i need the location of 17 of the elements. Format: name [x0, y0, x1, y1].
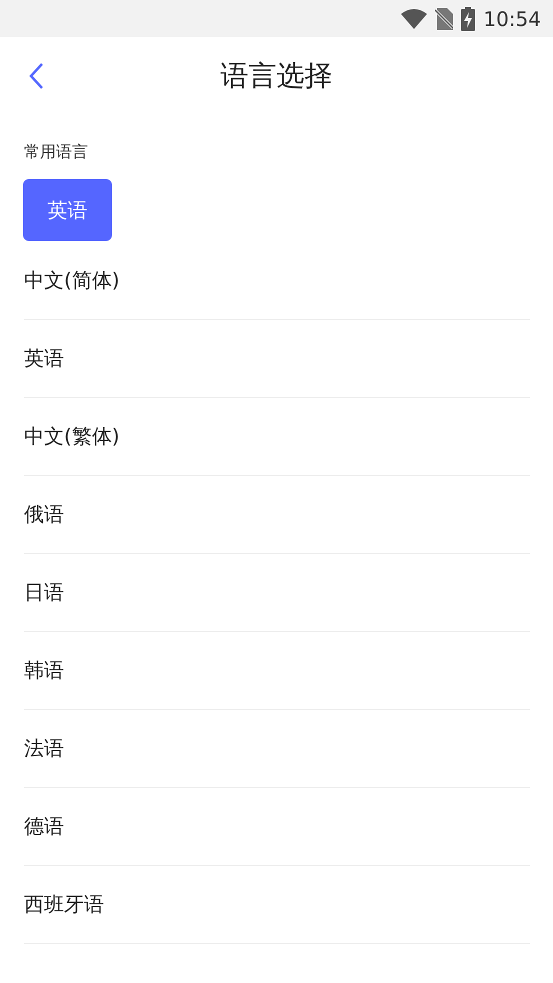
language-item[interactable]: 法语	[24, 709, 530, 788]
language-item[interactable]: 德语	[24, 787, 530, 866]
page-title: 语言选择	[220, 58, 332, 94]
language-item[interactable]: 中文(繁体)	[24, 397, 530, 476]
battery-charging-icon	[461, 6, 476, 30]
language-item[interactable]: 中文(简体)	[24, 240, 530, 320]
wifi-icon	[401, 8, 428, 28]
no-sim-icon	[435, 8, 454, 30]
language-chip[interactable]: 英语	[23, 179, 112, 241]
back-chevron-icon	[28, 62, 44, 90]
language-item[interactable]: 日语	[24, 553, 530, 632]
language-item[interactable]: 西班牙语	[24, 865, 530, 944]
language-item[interactable]: 韩语	[24, 631, 530, 710]
section-heading: 常用语言	[24, 141, 89, 163]
language-item[interactable]: 英语	[24, 319, 530, 398]
status-time: 10:54	[483, 6, 541, 32]
language-item[interactable]: 俄语	[24, 475, 530, 554]
